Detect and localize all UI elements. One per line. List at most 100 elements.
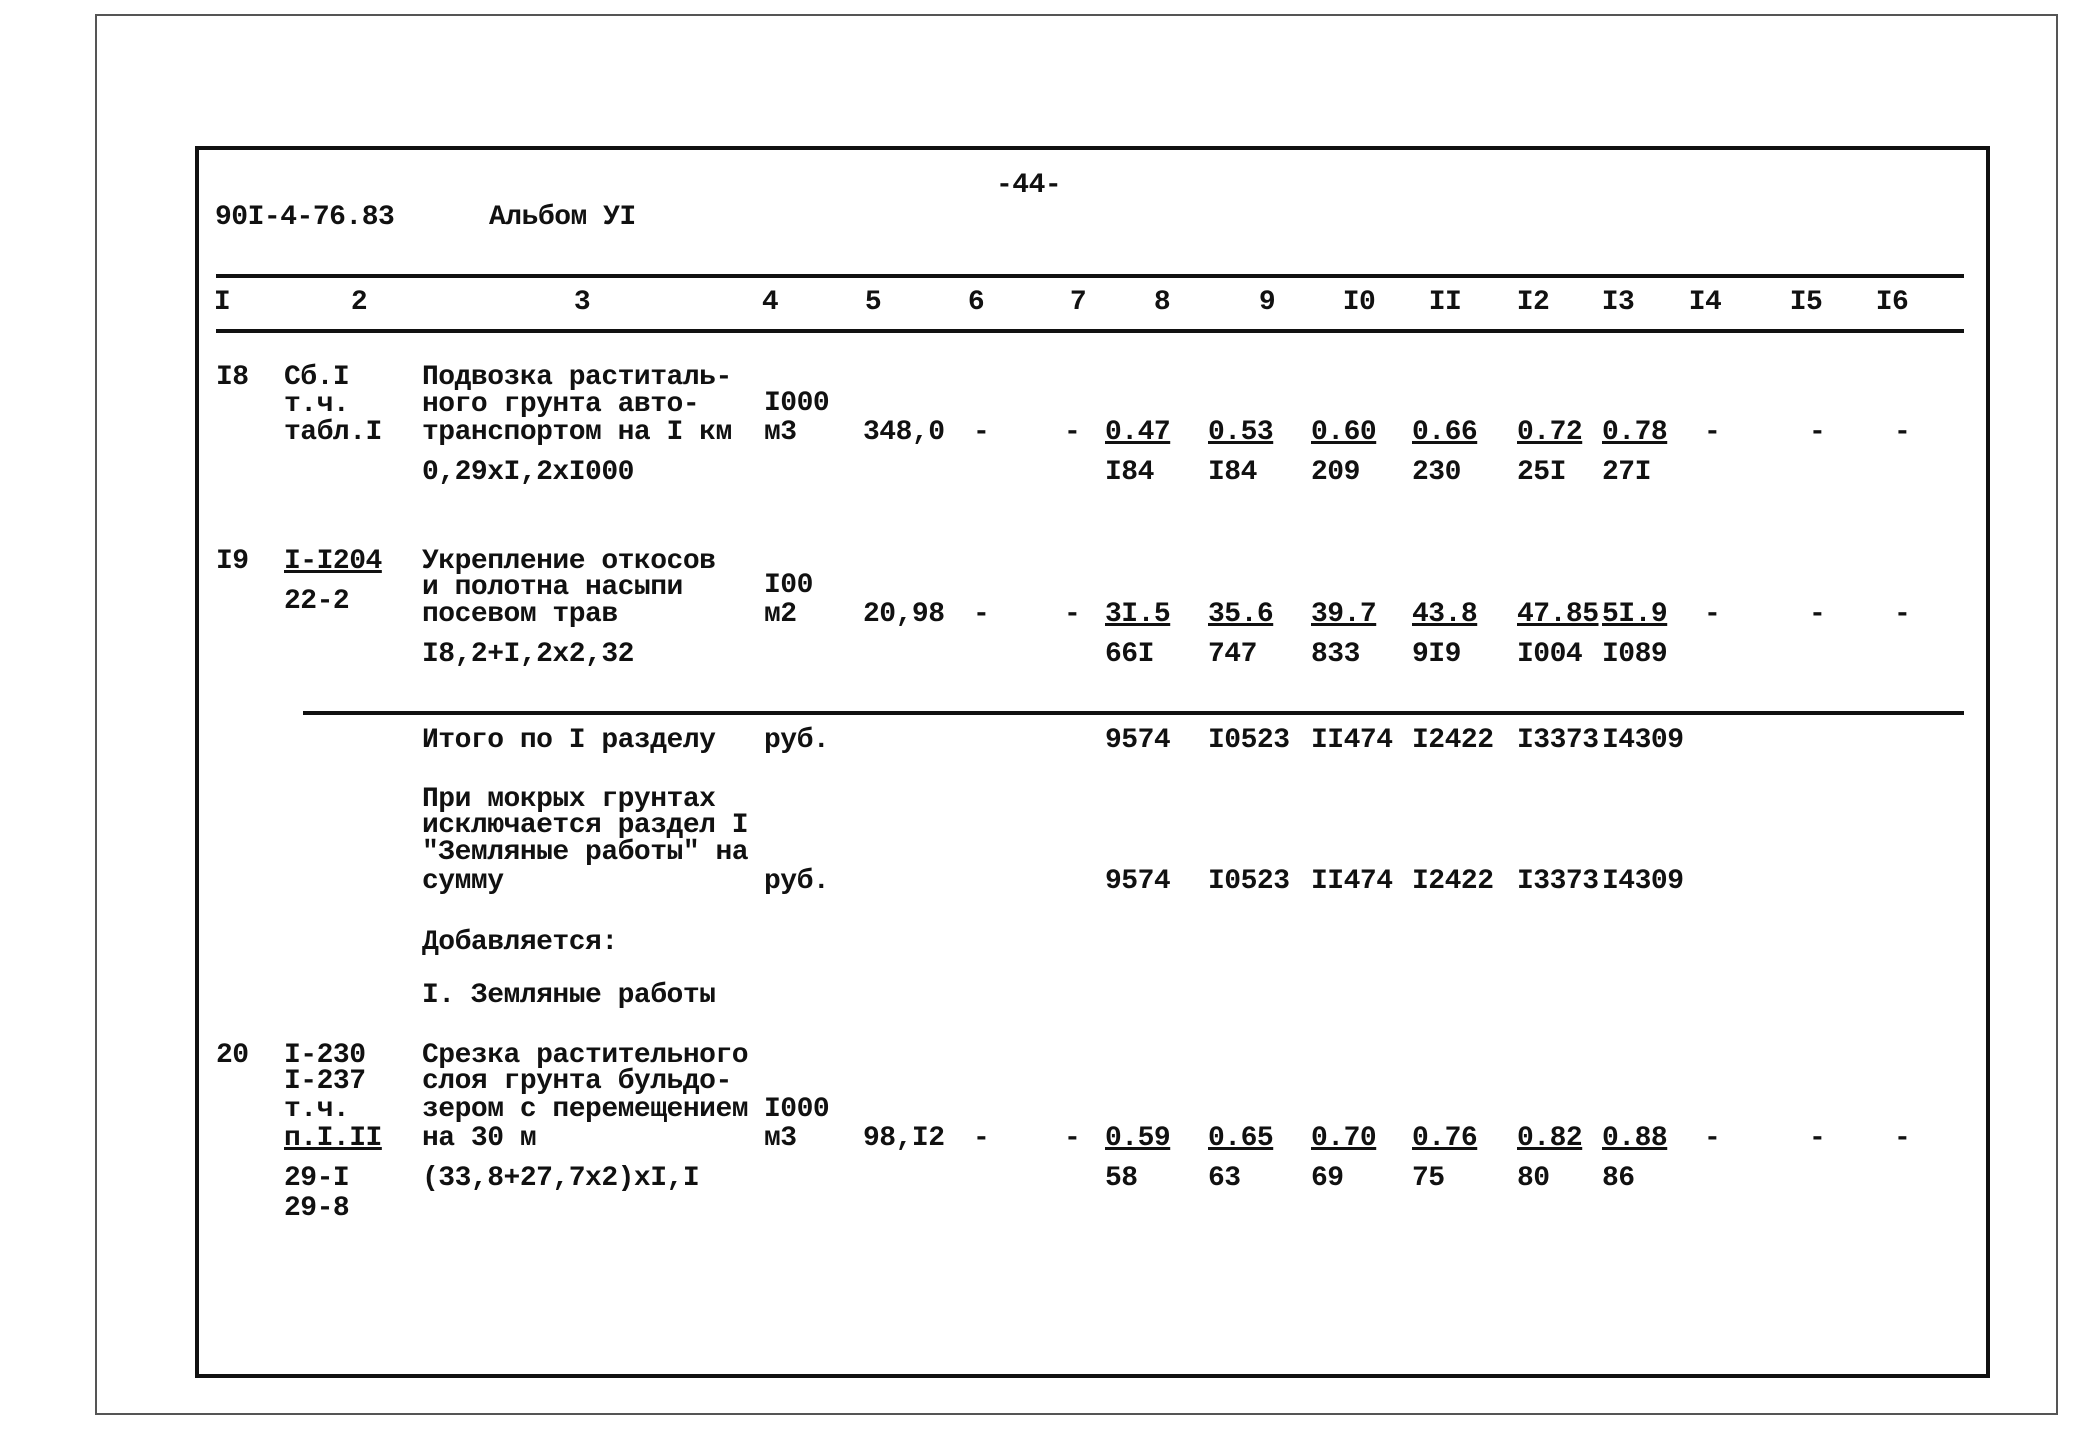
column-header: 9 — [1258, 287, 1276, 318]
wet-soil-note: сумму — [422, 866, 504, 897]
wet-unit: руб. — [764, 866, 830, 897]
total-label: Итого по I разделу — [422, 725, 716, 756]
row-norm-value: 0.76 — [1412, 1123, 1478, 1154]
row-unit: I00 — [764, 570, 813, 601]
row-col16: - — [1894, 1123, 1911, 1154]
total-value: I2422 — [1412, 725, 1494, 756]
row-cost-value: I84 — [1208, 457, 1257, 488]
column-header: 8 — [1153, 287, 1171, 318]
total-value: I0523 — [1208, 725, 1290, 756]
column-header: I5 — [1789, 287, 1823, 318]
row-norm-value: 0.82 — [1517, 1123, 1583, 1154]
row-quantity: 98,I2 — [863, 1123, 945, 1154]
outer-frame-left — [95, 14, 97, 1414]
row-norm-value: 0.47 — [1105, 417, 1171, 448]
row-reference: 29-8 — [284, 1193, 350, 1224]
row-col14: - — [1704, 417, 1721, 448]
column-header: 2 — [350, 287, 368, 318]
row-norm-value: 0.88 — [1602, 1123, 1668, 1154]
row-norm-value: 43.8 — [1412, 599, 1478, 630]
row-cost-value: 230 — [1412, 457, 1461, 488]
row-cost-value: 209 — [1311, 457, 1360, 488]
row-col14: - — [1704, 1123, 1721, 1154]
inner-frame-top — [195, 146, 1990, 150]
album-title: Альбом УI — [489, 202, 636, 233]
added-label: Добавляется: — [422, 927, 618, 958]
inner-frame-left — [195, 146, 199, 1378]
column-header: I2 — [1516, 287, 1550, 318]
wet-value: I0523 — [1208, 866, 1290, 897]
row-norm-value: 0.60 — [1311, 417, 1377, 448]
row-col6: - — [973, 1123, 990, 1154]
row-col6: - — [973, 417, 990, 448]
row-cost-value: 63 — [1208, 1163, 1241, 1194]
row-description: на 30 м — [422, 1123, 537, 1154]
column-header: 5 — [864, 287, 882, 318]
row-cost-value: 86 — [1602, 1163, 1635, 1194]
row-norm-value: 0.65 — [1208, 1123, 1274, 1154]
row-cost-value: 9I9 — [1412, 639, 1461, 670]
row-cost-value: 69 — [1311, 1163, 1344, 1194]
column-header: 3 — [573, 287, 591, 318]
column-header: I0 — [1342, 287, 1376, 318]
row-reference: 29-I — [284, 1163, 350, 1194]
row-reference: табл.I — [284, 417, 382, 448]
row-unit: м3 — [764, 1123, 797, 1154]
row-col16: - — [1894, 417, 1911, 448]
row-number: I8 — [216, 362, 249, 393]
row-norm-value: 3I.5 — [1105, 599, 1171, 630]
row-cost-value: 58 — [1105, 1163, 1138, 1194]
row-norm-value: 35.6 — [1208, 599, 1274, 630]
row-formula: 0,29xI,2xI000 — [422, 457, 634, 488]
row-col15: - — [1809, 599, 1826, 630]
column-header: I3 — [1601, 287, 1635, 318]
row-col15: - — [1809, 1123, 1826, 1154]
row-norm-value: 0.66 — [1412, 417, 1478, 448]
column-header: I4 — [1688, 287, 1722, 318]
column-header: 4 — [761, 287, 779, 318]
row-cost-value: I84 — [1105, 457, 1154, 488]
column-header: 6 — [967, 287, 985, 318]
column-header: II — [1428, 287, 1462, 318]
row-unit: I000 — [764, 1094, 830, 1125]
row-cost-value: 66I — [1105, 639, 1154, 670]
header-rule-bottom — [216, 329, 1964, 333]
page-number: -44- — [996, 170, 1062, 201]
row-col7: - — [1064, 417, 1081, 448]
row-quantity: 348,0 — [863, 417, 945, 448]
row-quantity: 20,98 — [863, 599, 945, 630]
inner-frame-bottom — [195, 1374, 1990, 1378]
row-col16: - — [1894, 599, 1911, 630]
row-reference: 22-2 — [284, 586, 350, 617]
row-norm-value: 39.7 — [1311, 599, 1377, 630]
row-norm-value: 0.72 — [1517, 417, 1583, 448]
row-cost-value: 80 — [1517, 1163, 1550, 1194]
row-reference: I-I204 — [284, 546, 382, 577]
outer-frame-right — [2056, 14, 2058, 1414]
row-cost-value: 747 — [1208, 639, 1257, 670]
row-col14: - — [1704, 599, 1721, 630]
wet-value: II474 — [1311, 866, 1393, 897]
total-value: I3373 — [1517, 725, 1599, 756]
row-col7: - — [1064, 1123, 1081, 1154]
row-unit: I000 — [764, 388, 830, 419]
total-value: II474 — [1311, 725, 1393, 756]
total-value: I4309 — [1602, 725, 1684, 756]
row-description: зером с перемещением — [422, 1094, 749, 1125]
wet-value: 9574 — [1105, 866, 1171, 897]
total-unit: руб. — [764, 725, 830, 756]
row-norm-value: 0.70 — [1311, 1123, 1377, 1154]
row-norm-value: 47.85 — [1517, 599, 1599, 630]
wet-soil-note: "Земляные работы" на — [422, 837, 749, 868]
total-value: 9574 — [1105, 725, 1171, 756]
column-header: I — [213, 287, 231, 318]
section-rule — [303, 711, 1964, 715]
row-reference: т.ч. — [284, 1094, 350, 1125]
row-col7: - — [1064, 599, 1081, 630]
row-col6: - — [973, 599, 990, 630]
row-cost-value: I089 — [1602, 639, 1668, 670]
row-reference: п.I.II — [284, 1123, 382, 1154]
row-number: I9 — [216, 546, 249, 577]
column-header: I6 — [1875, 287, 1909, 318]
row-description: посевом трав — [422, 599, 618, 630]
